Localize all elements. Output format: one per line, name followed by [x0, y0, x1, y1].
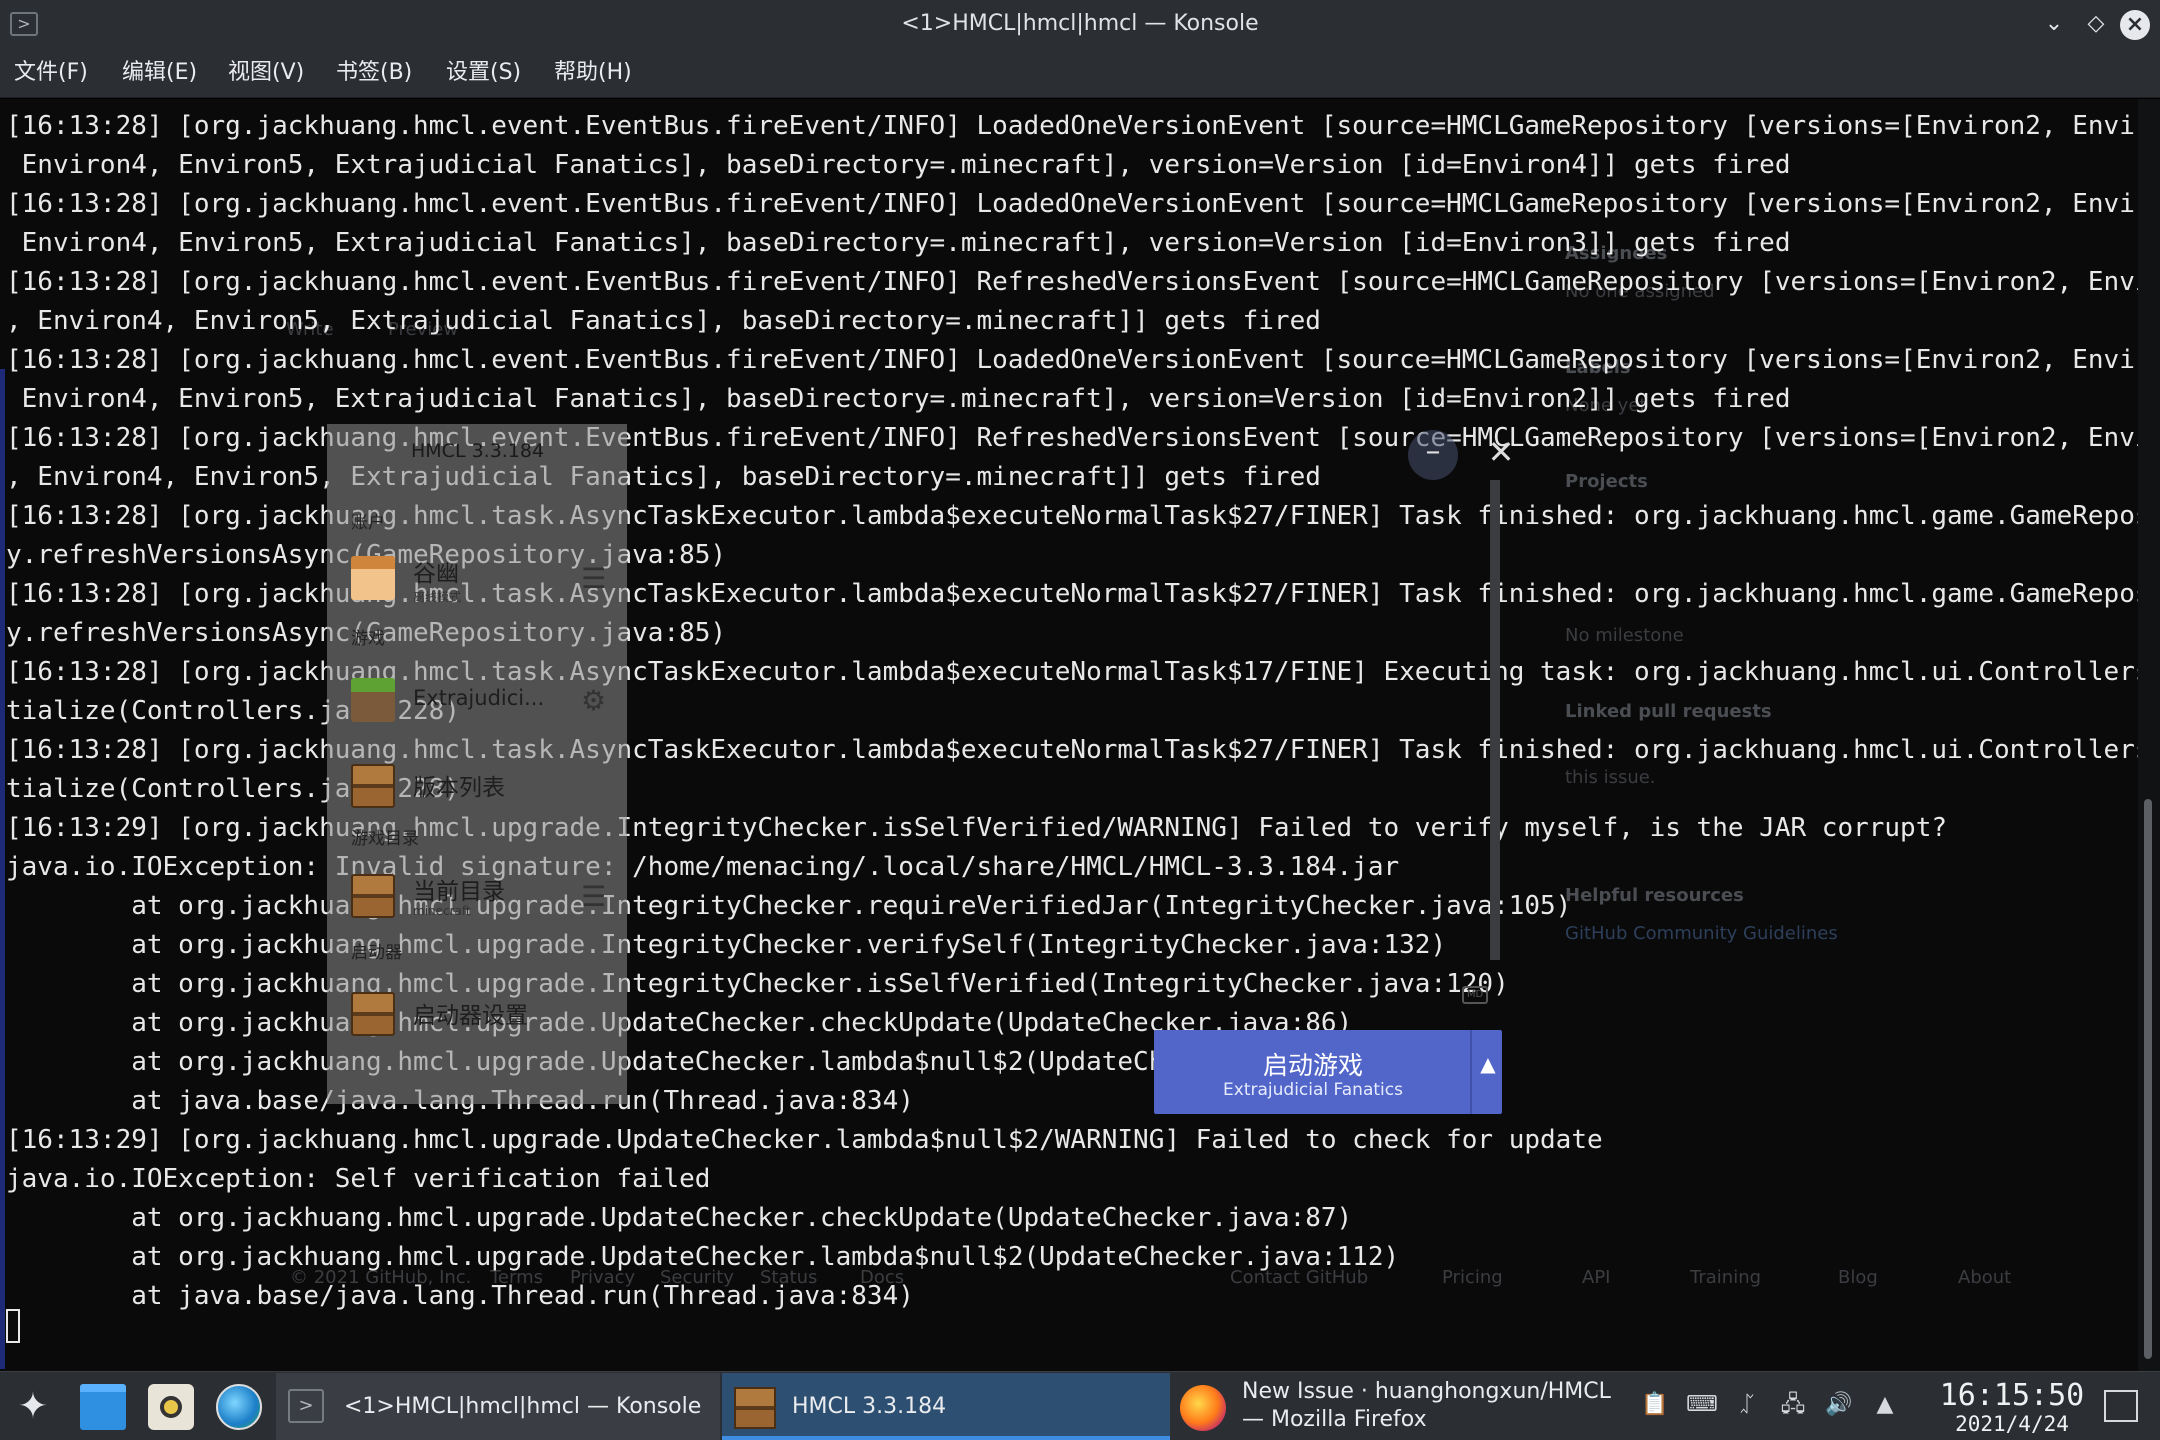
caret-up-icon[interactable]: ▲: [1474, 1052, 1502, 1076]
gear-icon[interactable]: ⚙: [581, 684, 606, 717]
network-icon[interactable]: 🖧: [1778, 1390, 1808, 1420]
bg-page-edge: [0, 369, 5, 1369]
furnace-icon: [351, 992, 395, 1036]
list-icon[interactable]: ☰: [581, 562, 606, 595]
launch-game-subtitle: Extrajudicial Fanatics: [1223, 1080, 1403, 1100]
terminal-cursor: [6, 1309, 20, 1343]
menu-view[interactable]: 视图(V): [228, 48, 304, 98]
window-title: <1>HMCL|hmcl|hmcl — Konsole: [901, 11, 1259, 36]
hmcl-current-dir-label: 当前目录: [413, 879, 505, 905]
browser-globe-icon[interactable]: [216, 1384, 262, 1430]
terminal-view[interactable]: Assignees No one assigned Labels None ye…: [0, 99, 2160, 1371]
task-firefox-label-2: — Mozilla Firefox: [1242, 1407, 1427, 1432]
maximize-diamond-icon[interactable]: ◇: [2082, 10, 2110, 38]
volume-icon[interactable]: 🔊: [1824, 1390, 1854, 1420]
app-launcher-icon[interactable]: ✦: [10, 1384, 56, 1430]
hmcl-sidebar: HMCL 3.3.184 账户 谷幽 离线模式 ☰ 游戏 Extrajudici…: [327, 424, 627, 1104]
chevron-down-icon[interactable]: ⌄: [2040, 10, 2068, 38]
hmcl-launcher-settings[interactable]: 启动器设置: [351, 986, 621, 1042]
markdown-icon: MD: [1462, 986, 1488, 1004]
window-titlebar[interactable]: > <1>HMCL|hmcl|hmcl — Konsole ⌄ ◇ ×: [0, 0, 2160, 48]
hmcl-window-title: HMCL 3.3.184: [411, 440, 545, 462]
keyboard-icon[interactable]: ⌨: [1686, 1390, 1718, 1420]
player-avatar-icon: [351, 556, 395, 600]
terminal-icon: >: [288, 1389, 324, 1423]
menu-file[interactable]: 文件(F): [14, 48, 88, 98]
task-konsole-label: <1>HMCL|hmcl|hmcl — Konsole: [344, 1394, 702, 1419]
crafting-table-icon: [734, 1387, 776, 1429]
hmcl-section-launcher: 启动器: [351, 943, 402, 963]
menu-settings[interactable]: 设置(S): [446, 48, 521, 98]
task-firefox-label-1: New Issue · huanghongxun/HMCL: [1242, 1379, 1611, 1404]
tray-expand-icon[interactable]: ▲: [1870, 1390, 1900, 1420]
hmcl-game-selected: Extrajudici...: [413, 686, 545, 710]
close-icon[interactable]: ×: [2120, 10, 2150, 40]
menu-edit[interactable]: 编辑(E): [122, 48, 197, 98]
hmcl-version-list[interactable]: 版本列表: [351, 758, 621, 814]
task-konsole[interactable]: > <1>HMCL|hmcl|hmcl — Konsole: [276, 1373, 720, 1440]
hmcl-close-icon[interactable]: ✕: [1476, 430, 1526, 480]
hmcl-section-account: 账户: [351, 513, 385, 533]
taskbar: ✦ > <1>HMCL|hmcl|hmcl — Konsole HMCL 3.3…: [0, 1371, 2160, 1440]
hmcl-section-game: 游戏: [351, 629, 385, 649]
firefox-icon: [1180, 1385, 1226, 1431]
media-player-icon[interactable]: [148, 1384, 194, 1430]
hmcl-account-name: 谷幽: [413, 561, 459, 587]
grass-block-icon: [351, 678, 395, 722]
menu-bar: 文件(F) 编辑(E) 视图(V) 书签(B) 设置(S) 帮助(H): [0, 48, 2160, 98]
hmcl-minimize-icon[interactable]: –: [1408, 430, 1458, 480]
launch-game-label: 启动游戏: [1262, 1051, 1363, 1080]
menu-bookmarks[interactable]: 书签(B): [336, 48, 412, 98]
task-hmcl-label: HMCL 3.3.184: [792, 1394, 947, 1419]
hmcl-current-dir-sub: minecraft: [413, 904, 471, 918]
launch-game-button[interactable]: 启动游戏 Extrajudicial Fanatics ▲: [1154, 1030, 1502, 1114]
clock-time[interactable]: 16:15:50: [1912, 1378, 2112, 1413]
show-desktop-icon[interactable]: [2104, 1390, 2138, 1422]
menu-help[interactable]: 帮助(H): [554, 48, 632, 98]
launch-divider: [1470, 1030, 1472, 1114]
bluetooth-icon[interactable]: ᛢ: [1732, 1390, 1762, 1420]
crafting-table-icon: [351, 874, 395, 918]
list-icon[interactable]: ☰: [581, 880, 606, 913]
hmcl-scrollbar[interactable]: [1490, 480, 1500, 960]
hmcl-section-game-dir: 游戏目录: [351, 829, 419, 849]
file-manager-icon[interactable]: [80, 1384, 126, 1430]
task-firefox[interactable]: New Issue · huanghongxun/HMCL — Mozilla …: [1172, 1373, 1611, 1440]
terminal-scrollbar-thumb[interactable]: [2144, 799, 2152, 1359]
hmcl-launcher-settings-label: 启动器设置: [413, 1003, 528, 1029]
clipboard-icon[interactable]: 📋: [1640, 1390, 1670, 1420]
hmcl-game-item[interactable]: Extrajudici... ⚙: [351, 672, 621, 728]
hmcl-version-list-label: 版本列表: [413, 775, 505, 801]
clock-date[interactable]: 2021/4/24: [1912, 1412, 2112, 1436]
chest-icon: [351, 764, 395, 808]
hmcl-account-mode: 离线模式: [413, 590, 462, 604]
hmcl-account-item[interactable]: 谷幽 离线模式 ☰: [351, 550, 621, 606]
hmcl-current-dir[interactable]: 当前目录 minecraft ☰: [351, 868, 621, 924]
task-hmcl[interactable]: HMCL 3.3.184: [722, 1373, 1170, 1440]
